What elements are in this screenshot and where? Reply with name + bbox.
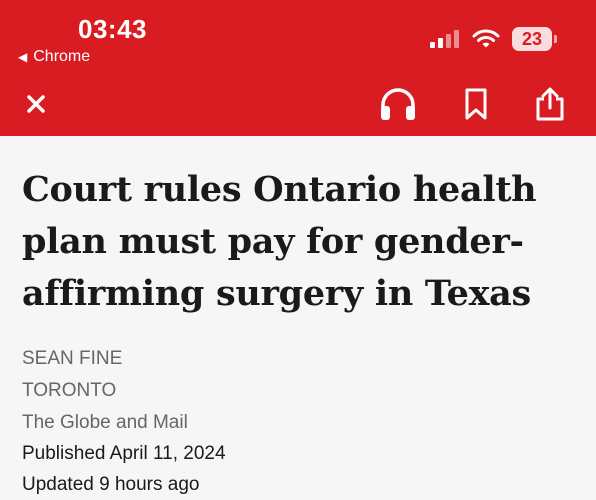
- listen-button[interactable]: [378, 84, 418, 124]
- battery-indicator: 23: [512, 27, 557, 51]
- publisher-name: The Globe and Mail: [22, 412, 188, 433]
- close-icon: [27, 95, 45, 113]
- status-indicators: 23: [430, 24, 557, 54]
- updated-time: Updated 9 hours ago: [22, 474, 200, 495]
- app-header: 03:43 ◀ Chrome 23: [0, 0, 596, 136]
- headline-line: affirming surgery in Texas: [22, 273, 531, 314]
- headphones-icon: [381, 88, 415, 120]
- bookmark-button[interactable]: [456, 84, 496, 124]
- author-byline[interactable]: SEAN FINE: [22, 348, 122, 370]
- article-headline: Court rules Ontario health plan must pay…: [22, 164, 582, 320]
- status-time: 03:43: [78, 14, 147, 44]
- back-to-app-link[interactable]: ◀ Chrome: [18, 48, 90, 66]
- bookmark-icon: [465, 88, 487, 120]
- close-button[interactable]: [16, 84, 56, 124]
- share-icon: [536, 87, 564, 121]
- published-date: Published April 11, 2024: [22, 443, 226, 464]
- back-app-label: Chrome: [33, 48, 91, 65]
- headline-line: plan must pay for gender-: [22, 221, 524, 262]
- headline-line: Court rules Ontario health: [22, 169, 537, 210]
- wifi-icon: [472, 29, 500, 48]
- cellular-signal-icon: [430, 30, 459, 48]
- battery-level: 23: [521, 28, 543, 49]
- dateline-location: TORONTO: [22, 380, 117, 401]
- back-triangle-icon: ◀: [18, 50, 28, 64]
- share-button[interactable]: [530, 84, 570, 124]
